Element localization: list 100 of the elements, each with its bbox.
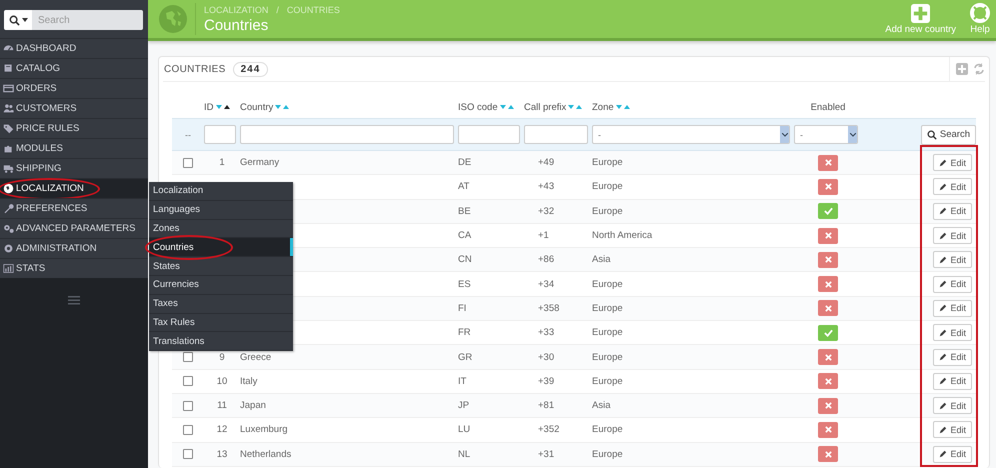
pencil-icon bbox=[939, 207, 948, 216]
enabled-toggle[interactable] bbox=[818, 446, 838, 462]
sidebar-item[interactable]: ORDERS bbox=[0, 78, 148, 98]
sidebar-item[interactable]: STATS bbox=[0, 258, 148, 278]
pencil-icon bbox=[939, 377, 948, 386]
cross-icon bbox=[824, 354, 832, 361]
edit-button[interactable]: Edit bbox=[933, 324, 972, 342]
submenu-item[interactable]: Localization bbox=[149, 182, 293, 201]
prefix-filter-field[interactable] bbox=[524, 125, 588, 144]
sort-down-icon[interactable] bbox=[216, 105, 222, 109]
table-cell-text: JP bbox=[458, 400, 470, 412]
edit-button[interactable]: Edit bbox=[933, 397, 972, 414]
sidebar-item[interactable]: DASHBOARD bbox=[0, 38, 148, 58]
edit-button[interactable]: Edit bbox=[933, 276, 972, 293]
iso-filter-field[interactable] bbox=[458, 125, 520, 144]
table-cell-text: Italy bbox=[240, 376, 258, 387]
row-checkbox[interactable] bbox=[183, 400, 193, 411]
enabled-toggle[interactable] bbox=[818, 349, 838, 366]
row-checkbox[interactable] bbox=[183, 158, 193, 168]
table-cell-text: 1 bbox=[218, 157, 226, 168]
table-cell-text: Europe bbox=[592, 376, 624, 387]
enabled-toggle[interactable] bbox=[818, 276, 838, 292]
edit-button[interactable]: Edit bbox=[933, 300, 972, 317]
sidebar-item[interactable]: SHIPPING bbox=[0, 158, 148, 178]
table-cell-text: +33 bbox=[537, 327, 556, 338]
submenu-item[interactable]: States bbox=[149, 257, 293, 276]
enabled-toggle[interactable] bbox=[818, 300, 838, 316]
row-checkbox[interactable] bbox=[183, 352, 193, 362]
edit-button[interactable]: Edit bbox=[933, 446, 972, 463]
breadcrumb-separator: / bbox=[276, 4, 279, 14]
enabled-toggle[interactable] bbox=[818, 252, 838, 268]
sort-down-icon[interactable] bbox=[275, 105, 282, 109]
bar-chart-icon bbox=[3, 263, 14, 274]
table-cell-text: +49 bbox=[537, 157, 556, 168]
sidebar-item[interactable]: CATALOG bbox=[0, 58, 148, 78]
row-checkbox[interactable] bbox=[183, 424, 193, 435]
submenu-item[interactable]: Translations bbox=[149, 332, 293, 352]
lifebuoy-icon bbox=[970, 3, 990, 23]
check-icon bbox=[824, 328, 832, 337]
sidebar-item[interactable]: MODULES bbox=[0, 138, 148, 158]
card-icon bbox=[3, 83, 14, 94]
edit-button[interactable]: Edit bbox=[933, 178, 972, 196]
id-filter-field[interactable] bbox=[204, 125, 236, 144]
enabled-filter-select[interactable]: - bbox=[794, 125, 858, 144]
zone-filter-select[interactable]: - bbox=[592, 125, 790, 144]
sidebar-item[interactable]: ADVANCED PARAMETERS bbox=[0, 218, 148, 238]
row-checkbox[interactable] bbox=[183, 376, 193, 386]
table-cell-text: GR bbox=[458, 352, 474, 363]
table-cell-text: Europe bbox=[592, 302, 624, 314]
enabled-toggle[interactable] bbox=[818, 398, 838, 414]
table-cell-text: 9 bbox=[218, 352, 226, 363]
search-button[interactable]: Search bbox=[920, 124, 976, 144]
sort-down-icon[interactable] bbox=[500, 105, 506, 109]
cross-icon bbox=[824, 426, 832, 434]
enabled-toggle[interactable] bbox=[818, 154, 838, 171]
enabled-toggle[interactable] bbox=[818, 373, 838, 390]
column-header: Zone bbox=[592, 102, 614, 112]
enabled-toggle[interactable] bbox=[818, 324, 838, 341]
pencil-icon bbox=[939, 328, 948, 337]
country-filter-field[interactable] bbox=[240, 125, 454, 144]
sidebar-item[interactable]: CUSTOMERS bbox=[0, 98, 148, 118]
sort-down-icon[interactable] bbox=[568, 105, 574, 109]
table-cell-text: Asia bbox=[592, 400, 612, 412]
sidebar-item[interactable]: PREFERENCES bbox=[0, 198, 148, 218]
submenu-item[interactable]: Currencies bbox=[149, 276, 293, 295]
edit-button[interactable]: Edit bbox=[933, 202, 972, 220]
plus-icon bbox=[911, 4, 930, 23]
search-dropdown[interactable] bbox=[4, 10, 32, 30]
edit-button[interactable]: Edit bbox=[933, 348, 972, 366]
menu-icon[interactable] bbox=[68, 296, 80, 305]
table-cell-text: Europe bbox=[592, 448, 624, 460]
sidebar-item[interactable]: ADMINISTRATION bbox=[0, 238, 148, 258]
globe-icon bbox=[159, 5, 187, 33]
sort-down-icon[interactable] bbox=[616, 105, 622, 109]
edit-button[interactable]: Edit bbox=[933, 251, 972, 268]
refresh-icon[interactable] bbox=[973, 63, 985, 75]
enabled-toggle[interactable] bbox=[818, 203, 838, 220]
edit-button[interactable]: Edit bbox=[933, 154, 972, 172]
submenu-item[interactable]: Languages bbox=[149, 200, 293, 220]
pencil-icon bbox=[939, 232, 948, 240]
submenu-item[interactable]: Taxes bbox=[149, 294, 293, 314]
enabled-toggle[interactable] bbox=[818, 178, 838, 195]
edit-button[interactable]: Edit bbox=[933, 372, 972, 390]
row-checkbox[interactable] bbox=[183, 449, 193, 460]
sidebar-item[interactable]: PRICE RULES bbox=[0, 118, 148, 138]
table-cell-text: +31 bbox=[537, 448, 556, 460]
pencil-icon bbox=[939, 256, 948, 264]
table-cell-text: +352 bbox=[537, 424, 560, 436]
table-cell-text: +1 bbox=[537, 230, 550, 242]
enabled-toggle[interactable] bbox=[818, 228, 838, 244]
book-icon bbox=[3, 63, 14, 74]
edit-button[interactable]: Edit bbox=[933, 421, 972, 438]
sidebar-item[interactable]: LOCALIZATION bbox=[0, 178, 148, 198]
submenu-item[interactable]: Tax Rules bbox=[149, 314, 293, 332]
add-icon[interactable] bbox=[956, 63, 968, 75]
sort-up-icon[interactable] bbox=[224, 105, 230, 109]
enabled-toggle[interactable] bbox=[818, 422, 838, 438]
table-cell-text: CN bbox=[458, 254, 473, 266]
edit-button[interactable]: Edit bbox=[933, 227, 972, 244]
pencil-icon bbox=[939, 304, 948, 312]
